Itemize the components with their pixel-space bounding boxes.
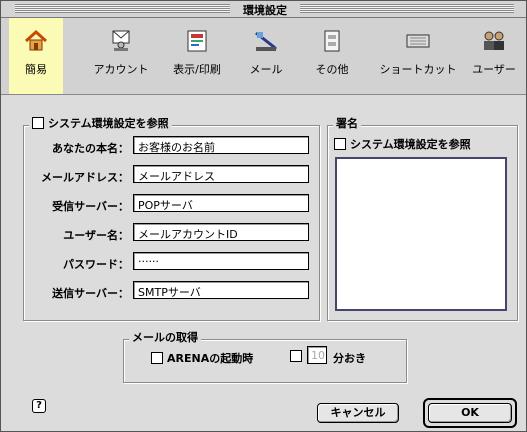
toolbar: 簡易 アカウント 表示/印刷 メール その他 ショートカット ユーザー	[1, 18, 526, 95]
keyboard-icon	[406, 34, 430, 48]
outgoing-server-label: 送信サーバー：	[52, 287, 129, 300]
title-stripes-left	[15, 4, 230, 13]
outgoing-server-field[interactable]: SMTPサーバ	[133, 281, 309, 299]
checkbox[interactable]	[334, 138, 346, 150]
incoming-server-field[interactable]: POPサーバ	[133, 194, 309, 212]
account-icon	[112, 30, 130, 51]
checkbox-label: システム環境設定を参照	[350, 138, 471, 151]
cancel-button[interactable]: キャンセル	[317, 403, 399, 423]
fetch-on-launch-checkbox[interactable]: ARENAの起動時	[151, 350, 253, 366]
real-name-label: あなたの本名：	[52, 142, 129, 155]
tab-other[interactable]: その他	[313, 18, 351, 94]
fetch-interval-checkbox[interactable]	[290, 350, 306, 363]
email-address-field[interactable]: メールアドレス	[133, 165, 309, 183]
signature-textarea[interactable]	[335, 157, 507, 311]
tab-label: ユーザー	[472, 63, 516, 76]
checkbox-label: ARENAの起動時	[167, 352, 254, 365]
signature-title: 署名	[333, 115, 361, 131]
signature-system-prefs-checkbox[interactable]: システム環境設定を参照	[334, 136, 471, 152]
other-icon	[324, 30, 340, 52]
tab-users[interactable]: ユーザー	[467, 18, 521, 94]
fetch-interval-input[interactable]: 10	[307, 346, 327, 364]
email-address-label: メールアドレス：	[41, 171, 129, 184]
tab-simple[interactable]: 簡易	[9, 18, 63, 94]
help-button[interactable]: ?	[32, 399, 46, 413]
title-stripes-right	[300, 4, 514, 13]
tab-shortcut[interactable]: ショートカット	[375, 18, 461, 94]
users-icon	[484, 31, 504, 50]
ok-button[interactable]: OK	[428, 403, 512, 423]
account-system-prefs-checkbox[interactable]: システム環境設定を参照	[29, 115, 172, 131]
mail-fetch-title: メールの取得	[129, 329, 201, 345]
window-title: 環境設定	[243, 4, 287, 17]
tab-account[interactable]: アカウント	[89, 18, 153, 94]
home-icon	[24, 29, 48, 51]
tab-display-print[interactable]: 表示/印刷	[165, 18, 229, 94]
password-label: パスワード：	[63, 258, 129, 271]
tab-label: その他	[315, 63, 349, 76]
tab-label: 簡易	[25, 63, 47, 76]
fetch-interval-unit: 分おき	[333, 352, 366, 365]
password-field[interactable]: ······	[133, 252, 309, 270]
username-field[interactable]: メールアカウントID	[133, 223, 309, 241]
checkbox[interactable]	[151, 352, 163, 364]
tab-label: 表示/印刷	[173, 63, 221, 76]
title-bar[interactable]: 環境設定	[1, 1, 526, 18]
real-name-field[interactable]: お客様のお名前	[133, 136, 309, 154]
tab-label: アカウント	[93, 63, 149, 76]
incoming-server-label: 受信サーバー：	[52, 200, 129, 213]
tab-label: ショートカット	[379, 63, 457, 76]
tab-label: メール	[249, 63, 283, 76]
username-label: ユーザー名：	[63, 229, 129, 242]
preferences-window: 環境設定 簡易 アカウント 表示/印刷 メール その他 ショートカット ユーザー…	[0, 0, 527, 432]
display-print-icon	[187, 30, 207, 52]
tab-mail[interactable]: メール	[237, 18, 295, 94]
checkbox-label: システム環境設定を参照	[48, 117, 169, 130]
mail-icon	[255, 31, 278, 51]
checkbox[interactable]	[32, 117, 44, 129]
checkbox[interactable]	[290, 350, 302, 362]
